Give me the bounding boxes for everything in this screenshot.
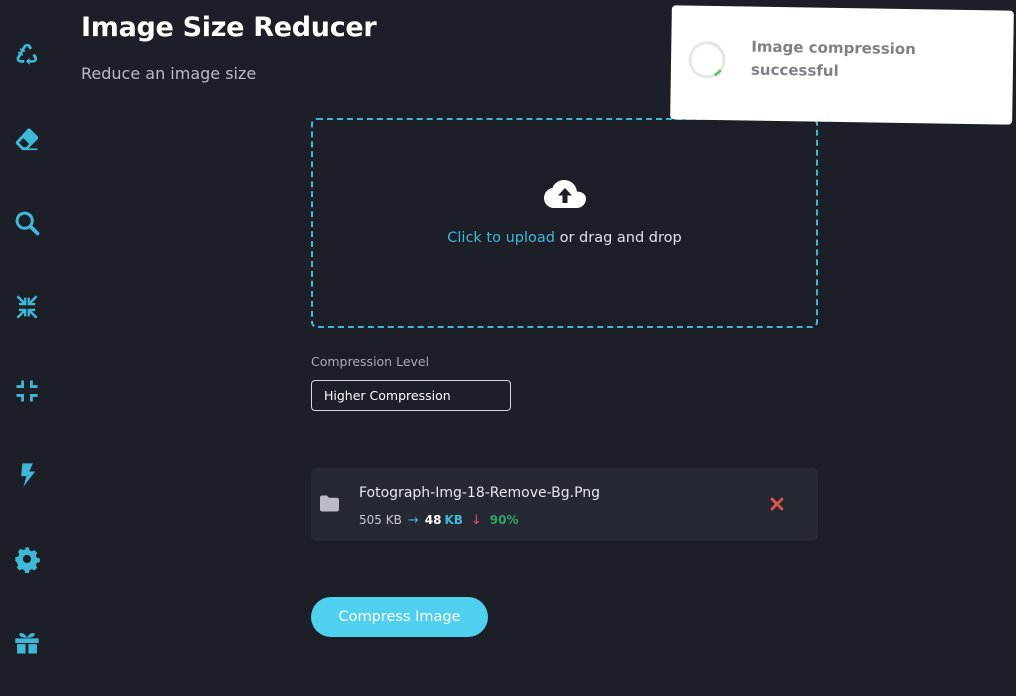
- sidebar-item-compress-arrows[interactable]: [12, 292, 42, 322]
- sidebar-item-compress[interactable]: [12, 376, 42, 406]
- compression-level-label: Compression Level: [311, 354, 430, 369]
- original-size: 505 KB: [359, 513, 402, 527]
- file-stats: 505 KB → 48 KB ↓ 90%: [359, 512, 519, 528]
- upload-rest-text: or drag and drop: [554, 230, 682, 246]
- sidebar-item-search[interactable]: [12, 208, 42, 238]
- remove-file-button[interactable]: [768, 495, 786, 513]
- page-title: Image Size Reducer: [81, 12, 377, 43]
- compression-level-select[interactable]: Higher Compression: [311, 380, 511, 411]
- sidebar-item-gift[interactable]: [12, 628, 42, 658]
- toast-message: Image compression successful: [750, 37, 916, 80]
- recycle-icon: [16, 43, 38, 65]
- toast-notification: Image compression successful: [670, 5, 1014, 125]
- reduction-percentage: 90%: [489, 513, 519, 527]
- new-size-unit: KB: [444, 513, 463, 527]
- file-card: Fotograph-Img-18-Remove-Bg.Png 505 KB → …: [311, 468, 818, 541]
- arrow-right-icon: →: [407, 512, 419, 528]
- file-name: Fotograph-Img-18-Remove-Bg.Png: [359, 485, 601, 501]
- eraser-icon: [15, 128, 39, 151]
- sidebar: [0, 0, 54, 696]
- gift-icon: [15, 632, 39, 654]
- page-subtitle: Reduce an image size: [81, 64, 257, 83]
- compress-icon: [16, 380, 38, 402]
- arrow-down-icon: ↓: [470, 512, 482, 528]
- upload-instructions: Click to upload or drag and drop: [313, 230, 816, 246]
- compress-image-button[interactable]: Compress Image: [311, 597, 488, 637]
- upload-dropzone[interactable]: Click to upload or drag and drop: [311, 118, 818, 328]
- sidebar-item-settings[interactable]: [12, 544, 42, 574]
- sidebar-item-recycle[interactable]: [12, 40, 42, 70]
- gear-icon: [15, 547, 40, 573]
- new-size: 48: [424, 513, 442, 527]
- close-icon: [770, 497, 784, 511]
- search-icon: [15, 211, 40, 236]
- spinner-icon: [688, 41, 726, 79]
- sidebar-item-bolt[interactable]: [12, 460, 42, 490]
- bolt-icon: [21, 463, 36, 487]
- sidebar-item-eraser[interactable]: [12, 124, 42, 154]
- compress-arrows-icon: [16, 295, 38, 319]
- folder-icon: [320, 495, 339, 512]
- cloud-upload-icon: [544, 180, 586, 208]
- upload-link[interactable]: Click to upload: [447, 230, 555, 246]
